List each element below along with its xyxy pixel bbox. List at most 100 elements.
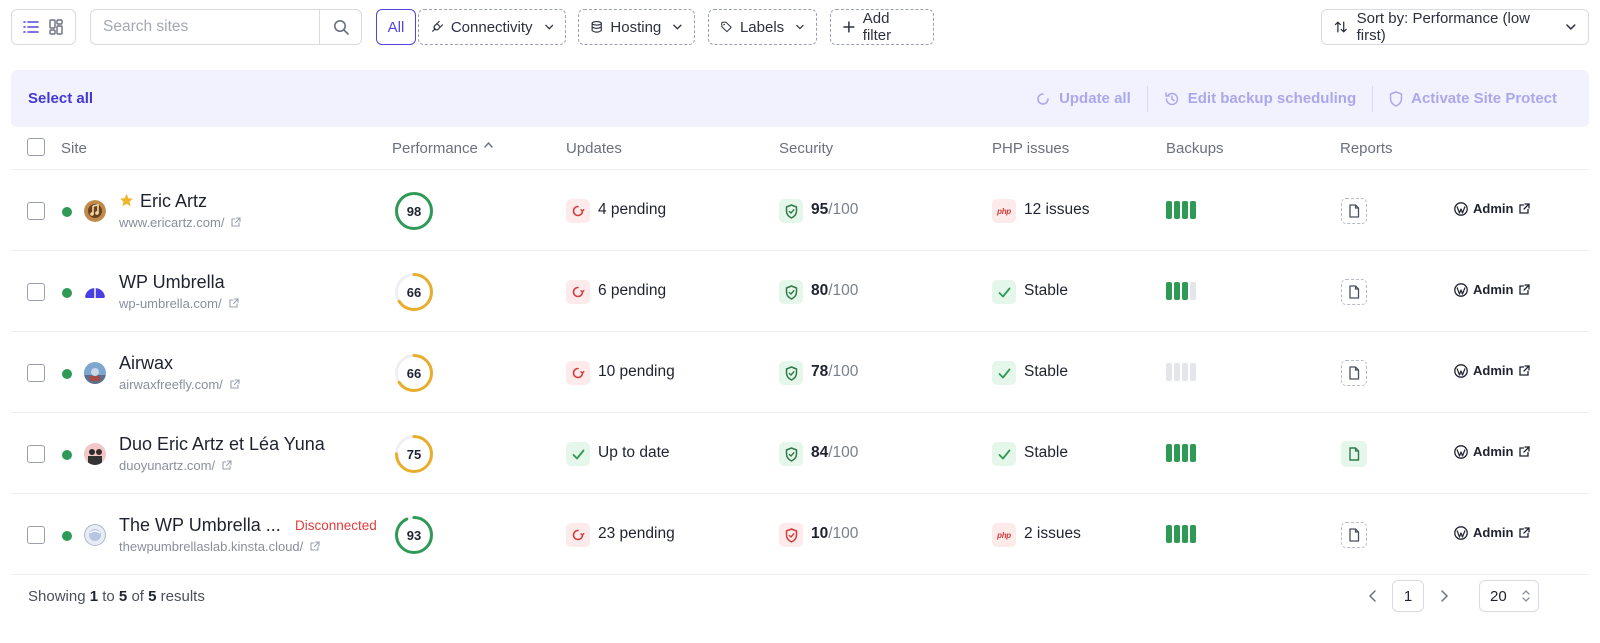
wordpress-icon bbox=[1454, 363, 1468, 378]
row-checkbox[interactable] bbox=[27, 445, 45, 463]
php-issues-text[interactable]: Stable bbox=[1024, 363, 1068, 381]
row-checkbox[interactable] bbox=[27, 364, 45, 382]
site-url-link[interactable]: wp-umbrella.com/ bbox=[119, 296, 239, 311]
row-checkbox[interactable] bbox=[27, 202, 45, 220]
updates-text[interactable]: 4 pending bbox=[598, 201, 666, 219]
connectivity-filter[interactable]: Connectivity bbox=[418, 9, 566, 45]
admin-label: Admin bbox=[1473, 201, 1514, 216]
sort-ascending-icon bbox=[484, 141, 493, 148]
labels-filter[interactable]: Labels bbox=[708, 9, 817, 45]
php-issues-text[interactable]: Stable bbox=[1024, 282, 1068, 300]
column-reports[interactable]: Reports bbox=[1340, 140, 1393, 157]
report-button[interactable] bbox=[1341, 441, 1367, 467]
sort-dropdown[interactable]: Sort by: Performance (low first) bbox=[1321, 9, 1589, 45]
site-name[interactable]: Eric Artz bbox=[119, 191, 207, 212]
updates-text[interactable]: Up to date bbox=[598, 444, 670, 462]
updates-status-badge bbox=[566, 280, 590, 304]
updates-status-badge bbox=[566, 361, 590, 385]
admin-link[interactable]: Admin bbox=[1454, 525, 1531, 540]
column-performance[interactable]: Performance bbox=[392, 140, 493, 157]
per-page-select[interactable]: 20 bbox=[1479, 580, 1539, 612]
security-score[interactable]: 78/100 bbox=[811, 363, 858, 381]
updates-text[interactable]: 10 pending bbox=[598, 363, 675, 381]
row-checkbox[interactable] bbox=[27, 283, 45, 301]
shield-alert-icon bbox=[785, 527, 797, 543]
backup-status-bars[interactable] bbox=[1166, 363, 1196, 381]
edit-backup-scheduling-button[interactable]: Edit backup scheduling bbox=[1148, 90, 1372, 107]
external-link-icon bbox=[230, 379, 240, 389]
backup-status-bars[interactable] bbox=[1166, 444, 1196, 462]
page-number-button[interactable]: 1 bbox=[1392, 580, 1424, 612]
site-url-link[interactable]: thewpumbrellaslab.kinsta.cloud/ bbox=[119, 539, 320, 554]
column-security[interactable]: Security bbox=[779, 140, 833, 157]
admin-link[interactable]: Admin bbox=[1454, 363, 1531, 378]
site-url-link[interactable]: www.ericartz.com/ bbox=[119, 215, 242, 230]
search-input[interactable] bbox=[91, 10, 319, 44]
activate-site-protect-button[interactable]: Activate Site Protect bbox=[1373, 90, 1573, 107]
select-all-checkbox[interactable] bbox=[27, 138, 45, 156]
hosting-filter[interactable]: Hosting bbox=[578, 9, 695, 45]
add-filter-button[interactable]: Add filter bbox=[830, 9, 934, 45]
admin-link[interactable]: Admin bbox=[1454, 282, 1531, 297]
security-score[interactable]: 84/100 bbox=[811, 444, 858, 462]
site-avatar bbox=[84, 200, 106, 222]
report-button[interactable] bbox=[1341, 198, 1367, 224]
site-name[interactable]: WP Umbrella bbox=[119, 272, 225, 293]
external-link-icon bbox=[1519, 445, 1531, 457]
updates-text[interactable]: 6 pending bbox=[598, 282, 666, 300]
admin-link[interactable]: Admin bbox=[1454, 201, 1531, 216]
php-issues-text[interactable]: Stable bbox=[1024, 444, 1068, 462]
updates-text[interactable]: 23 pending bbox=[598, 525, 675, 543]
update-all-button[interactable]: Update all bbox=[1019, 90, 1147, 107]
previous-page-button[interactable] bbox=[1362, 580, 1382, 612]
report-button[interactable] bbox=[1341, 522, 1367, 548]
report-button[interactable] bbox=[1341, 279, 1367, 305]
column-performance-label: Performance bbox=[392, 140, 478, 157]
backup-status-bars[interactable] bbox=[1166, 201, 1196, 219]
site-name[interactable]: Airwax bbox=[119, 353, 173, 374]
security-score[interactable]: 80/100 bbox=[811, 282, 858, 300]
column-updates[interactable]: Updates bbox=[566, 140, 622, 157]
grid-view-button[interactable] bbox=[45, 16, 67, 38]
file-icon bbox=[1349, 366, 1360, 380]
backup-status-bars[interactable] bbox=[1166, 525, 1196, 543]
connection-status-dot bbox=[62, 369, 72, 379]
security-score[interactable]: 10/100 bbox=[811, 525, 858, 543]
table-header: Site Performance Updates Security PHP is… bbox=[11, 127, 1589, 170]
site-name-text: Airwax bbox=[119, 353, 174, 373]
next-page-button[interactable] bbox=[1434, 580, 1454, 612]
list-view-button[interactable] bbox=[20, 16, 42, 38]
external-link-icon bbox=[1519, 526, 1531, 538]
table-row[interactable]: Duo Eric Artz et Léa Yuna duoyunartz.com… bbox=[11, 413, 1589, 494]
column-backups[interactable]: Backups bbox=[1166, 140, 1224, 157]
table-row[interactable]: Eric Artz www.ericartz.com/ 98 4 pending… bbox=[11, 170, 1589, 251]
select-arrows-icon bbox=[1522, 590, 1530, 602]
admin-label: Admin bbox=[1473, 282, 1514, 297]
chevron-down-icon bbox=[796, 24, 804, 30]
site-url-text: duoyunartz.com/ bbox=[119, 458, 216, 473]
table-row[interactable]: Airwax airwaxfreefly.com/ 66 10 pending … bbox=[11, 332, 1589, 413]
php-issues-text[interactable]: 12 issues bbox=[1024, 201, 1089, 219]
site-name[interactable]: The WP Umbrella ... bbox=[119, 515, 281, 536]
site-name[interactable]: Duo Eric Artz et Léa Yuna bbox=[119, 434, 325, 455]
row-checkbox[interactable] bbox=[27, 526, 45, 544]
admin-link[interactable]: Admin bbox=[1454, 444, 1531, 459]
select-all-link[interactable]: Select all bbox=[28, 90, 93, 107]
backup-bar bbox=[1166, 525, 1172, 543]
table-row[interactable]: The WP Umbrella ... thewpumbrellaslab.ki… bbox=[11, 494, 1589, 575]
column-site[interactable]: Site bbox=[61, 140, 87, 157]
star-icon[interactable] bbox=[119, 193, 134, 208]
site-url-link[interactable]: duoyunartz.com/ bbox=[119, 458, 232, 473]
report-button[interactable] bbox=[1341, 360, 1367, 386]
site-url-link[interactable]: airwaxfreefly.com/ bbox=[119, 377, 240, 392]
column-php-issues[interactable]: PHP issues bbox=[992, 140, 1069, 157]
security-score[interactable]: 95/100 bbox=[811, 201, 858, 219]
search-button[interactable] bbox=[319, 10, 361, 44]
table-row[interactable]: WP Umbrella wp-umbrella.com/ 66 6 pendin… bbox=[11, 251, 1589, 332]
site-avatar bbox=[84, 524, 106, 546]
php-issues-text[interactable]: 2 issues bbox=[1024, 525, 1081, 543]
security-status-badge bbox=[779, 523, 803, 547]
wordpress-icon bbox=[1454, 525, 1468, 540]
backup-status-bars[interactable] bbox=[1166, 282, 1196, 300]
filter-all-chip[interactable]: All bbox=[376, 9, 416, 45]
